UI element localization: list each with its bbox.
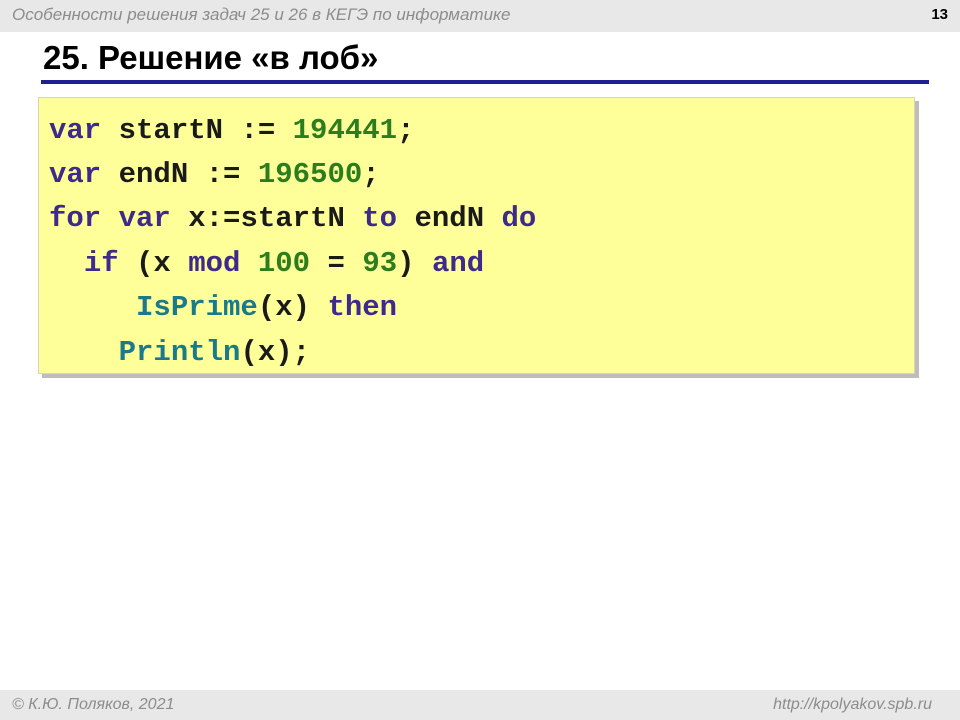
- code-keyword: and: [431, 247, 485, 280]
- code-text: ): [397, 247, 432, 280]
- code-text: ;: [362, 158, 380, 191]
- code-keyword: then: [327, 291, 398, 324]
- site-url: http://kpolyakov.spb.ru: [773, 696, 932, 713]
- code-line: IsPrime(x) then: [49, 288, 397, 328]
- code-text: (x);: [240, 336, 311, 369]
- code-text: endN: [397, 202, 502, 235]
- code-keyword: var: [118, 202, 171, 235]
- code-number: 100: [257, 247, 311, 280]
- header-bar: Особенности решения задач 25 и 26 в КЕГЭ…: [0, 0, 960, 32]
- code-number: 93: [362, 247, 398, 280]
- code-keyword: do: [501, 202, 537, 235]
- code-keyword: var: [49, 114, 102, 147]
- code-function: Println: [118, 336, 241, 369]
- code-number: 196500: [257, 158, 363, 191]
- code-line: var endN := 196500;: [49, 155, 380, 195]
- code-text: ;: [397, 114, 415, 147]
- copyright-text: © К.Ю. Поляков, 2021: [12, 696, 175, 713]
- code-text: x:=startN: [170, 202, 363, 235]
- code-text: (x): [257, 291, 328, 324]
- code-text: startN :=: [101, 114, 293, 147]
- code-keyword: to: [362, 202, 398, 235]
- code-keyword: for: [49, 202, 102, 235]
- code-line: Println(x);: [49, 333, 310, 373]
- code-line: if (x mod 100 = 93) and: [49, 244, 484, 284]
- code-text: endN :=: [101, 158, 258, 191]
- code-text: (x: [118, 247, 189, 280]
- code-keyword: if: [83, 247, 119, 280]
- code-line: for var x:=startN to endN do: [49, 199, 536, 239]
- code-function: IsPrime: [136, 291, 258, 324]
- title-divider: [41, 80, 929, 84]
- code-text: =: [310, 247, 363, 280]
- code-block: var startN := 194441; var endN := 196500…: [38, 97, 915, 374]
- code-keyword: var: [49, 158, 102, 191]
- header-text: Особенности решения задач 25 и 26 в КЕГЭ…: [12, 5, 511, 24]
- footer-bar: © К.Ю. Поляков, 2021 http://kpolyakov.sp…: [0, 690, 960, 720]
- page-number: 13: [931, 6, 948, 23]
- code-line: var startN := 194441;: [49, 111, 414, 151]
- code-keyword: mod: [188, 247, 241, 280]
- slide-title: 25. Решение «в лоб»: [43, 39, 379, 76]
- code-number: 194441: [292, 114, 398, 147]
